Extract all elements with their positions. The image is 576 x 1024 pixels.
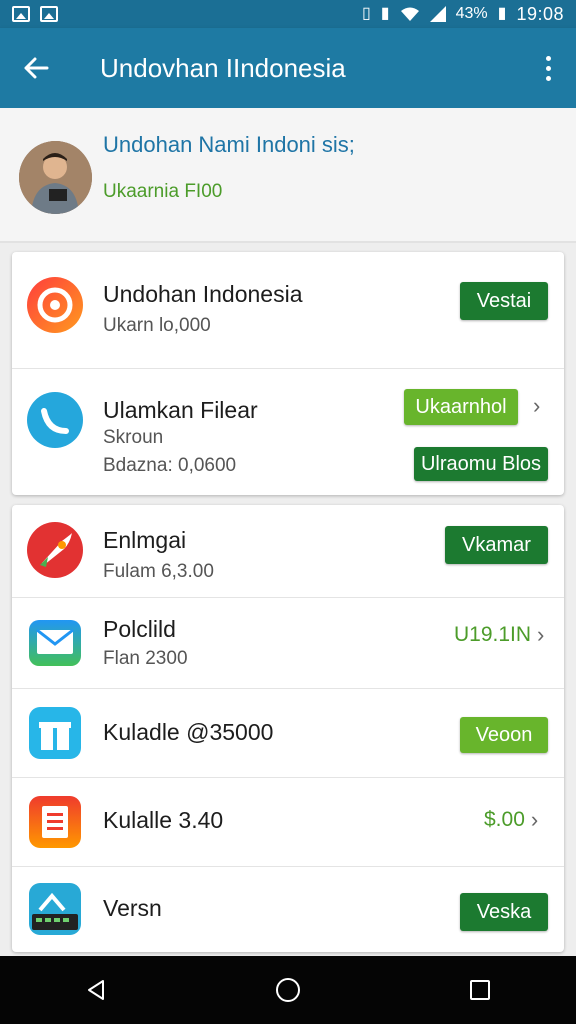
gallery-icon bbox=[40, 6, 58, 22]
veoon-button[interactable]: Veoon bbox=[460, 717, 548, 753]
profile-name: Undohan Nami Indoni sis; bbox=[103, 132, 355, 157]
item-subtitle: Ukarn lo,000 bbox=[103, 315, 211, 336]
gift-app-icon bbox=[26, 704, 84, 762]
list-item[interactable]: Kuladle @35000 Veoon bbox=[12, 689, 564, 778]
battery-text: 43% bbox=[455, 5, 488, 22]
card-secondary: Enlmgai Fulam 6,3.00 Vkamar Polclild Fla… bbox=[12, 505, 564, 952]
more-vertical-icon[interactable] bbox=[520, 28, 576, 108]
ukaarnhol-button[interactable]: Ukaarnhol bbox=[404, 389, 518, 425]
vestai-button[interactable]: Vestai bbox=[460, 282, 548, 320]
item-title: Kulalle 3.40 bbox=[103, 807, 224, 833]
status-bar: ▯ ▮ 43% ▮ 19:08 bbox=[0, 0, 576, 28]
vibrate-icon: ▯ bbox=[361, 5, 371, 22]
app-bar: Undovhan IIndonesia bbox=[0, 28, 576, 108]
veska-button[interactable]: Veska bbox=[460, 893, 548, 931]
status-right: ▯ ▮ 43% ▮ 19:08 bbox=[362, 4, 564, 25]
list-item[interactable]: Versn Veska bbox=[12, 867, 564, 952]
item-subtitle: Fulam 6,3.00 bbox=[103, 561, 214, 582]
status-time: 19:08 bbox=[516, 3, 564, 24]
rocket-app-icon bbox=[26, 521, 84, 579]
app-title: Undovhan IIndonesia bbox=[100, 52, 346, 83]
system-nav-bar bbox=[0, 956, 576, 1024]
item-subtitle: Flan 2300 bbox=[103, 648, 188, 669]
price-link-text: U19.1IN bbox=[454, 623, 532, 646]
item-title: Versn bbox=[103, 895, 162, 921]
status-left bbox=[12, 6, 58, 22]
profile-subtitle: Ukaarnia FI00 bbox=[103, 181, 223, 202]
item-subtitle-secondary: Bdazna: 0,0600 bbox=[103, 455, 237, 476]
nav-home-icon[interactable] bbox=[268, 970, 308, 1010]
item-title: Ulamkan Filear bbox=[103, 397, 258, 423]
ulraomu-blos-button[interactable]: Ulraomu Blos bbox=[414, 447, 548, 481]
wifi-icon bbox=[400, 7, 419, 21]
vkamar-button[interactable]: Vkamar bbox=[445, 526, 548, 564]
chevron-right-icon: › bbox=[530, 807, 539, 832]
list-item[interactable]: Polclild Flan 2300 U19.1IN › bbox=[12, 598, 564, 689]
chevron-right-icon[interactable]: › bbox=[533, 393, 540, 419]
list-item[interactable]: Enlmgai Fulam 6,3.00 Vkamar bbox=[12, 505, 564, 598]
item-title: Enlmgai bbox=[103, 527, 187, 553]
mail-app-icon bbox=[26, 614, 84, 672]
blue-phone-app-icon bbox=[26, 391, 84, 449]
nav-recents-icon[interactable] bbox=[460, 970, 500, 1010]
battery-icon: ▮ bbox=[497, 5, 507, 22]
nav-back-icon[interactable] bbox=[76, 970, 116, 1010]
keyboard-app-icon bbox=[26, 880, 84, 938]
item-title: Kuladle @35000 bbox=[103, 719, 274, 745]
price-link-text: $.00 bbox=[484, 808, 525, 831]
price-link[interactable]: $.00 › bbox=[484, 807, 538, 833]
back-button[interactable] bbox=[0, 28, 72, 108]
clipboard-app-icon bbox=[26, 793, 84, 851]
list-item[interactable]: Undohan Indonesia Ukarn lo,000 Vestai bbox=[12, 252, 564, 369]
red-circle-app-icon bbox=[26, 276, 84, 334]
profile-header bbox=[0, 108, 576, 243]
item-subtitle: Skroun bbox=[103, 427, 164, 448]
price-link[interactable]: U19.1IN › bbox=[454, 622, 544, 648]
arrow-left-icon bbox=[24, 57, 49, 79]
card-primary: Undohan Indonesia Ukarn lo,000 Vestai Ul… bbox=[12, 252, 564, 495]
avatar[interactable] bbox=[19, 141, 92, 214]
item-title: Polclild bbox=[103, 616, 176, 642]
list-item[interactable]: Kulalle 3.40 $.00 › bbox=[12, 778, 564, 867]
signal-icon bbox=[429, 6, 446, 22]
sim-icon: ▮ bbox=[380, 5, 390, 22]
item-title: Undohan Indonesia bbox=[103, 281, 303, 307]
list-item[interactable]: Ulamkan Filear Skroun Bdazna: 0,0600 Uka… bbox=[12, 369, 564, 495]
image-icon bbox=[12, 6, 30, 22]
chevron-right-icon: › bbox=[537, 622, 545, 647]
